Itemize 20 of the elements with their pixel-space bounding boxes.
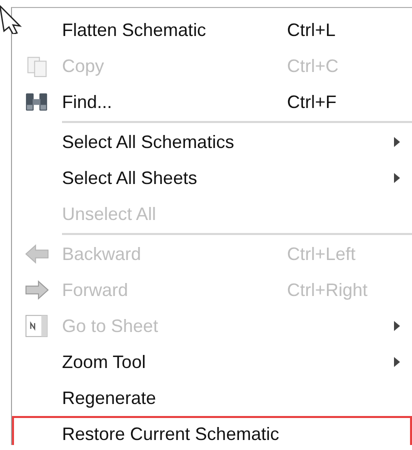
shortcut-text: Ctrl+C <box>287 56 340 76</box>
menu-item[interactable]: Regenerate <box>12 380 412 416</box>
right-arrow-icon <box>25 278 49 302</box>
left-arrow-icon <box>25 242 49 266</box>
menu-item[interactable]: Select All Schematics <box>12 124 412 160</box>
sheet-icon <box>25 314 49 338</box>
submenu-arrow-icon <box>394 357 400 367</box>
copy-icon <box>25 54 49 78</box>
submenu-arrow-icon <box>394 321 400 331</box>
submenu-arrow-icon <box>394 173 400 183</box>
shortcut-text: Ctrl+F <box>287 92 338 112</box>
menu-item[interactable]: Find... Ctrl+F <box>12 84 412 120</box>
menu-item[interactable]: Restore Current Schematic <box>12 416 412 445</box>
menu-item[interactable]: Select All Sheets <box>12 160 412 196</box>
menu-item[interactable]: Zoom Tool <box>12 344 412 380</box>
shortcut-text: Ctrl+Left <box>287 244 357 264</box>
shortcut-text: Ctrl+Right <box>287 280 369 300</box>
shortcut-text: Ctrl+L <box>287 20 337 40</box>
menu-item[interactable]: Flatten Schematic Ctrl+L <box>12 12 412 48</box>
submenu-arrow-icon <box>394 137 400 147</box>
